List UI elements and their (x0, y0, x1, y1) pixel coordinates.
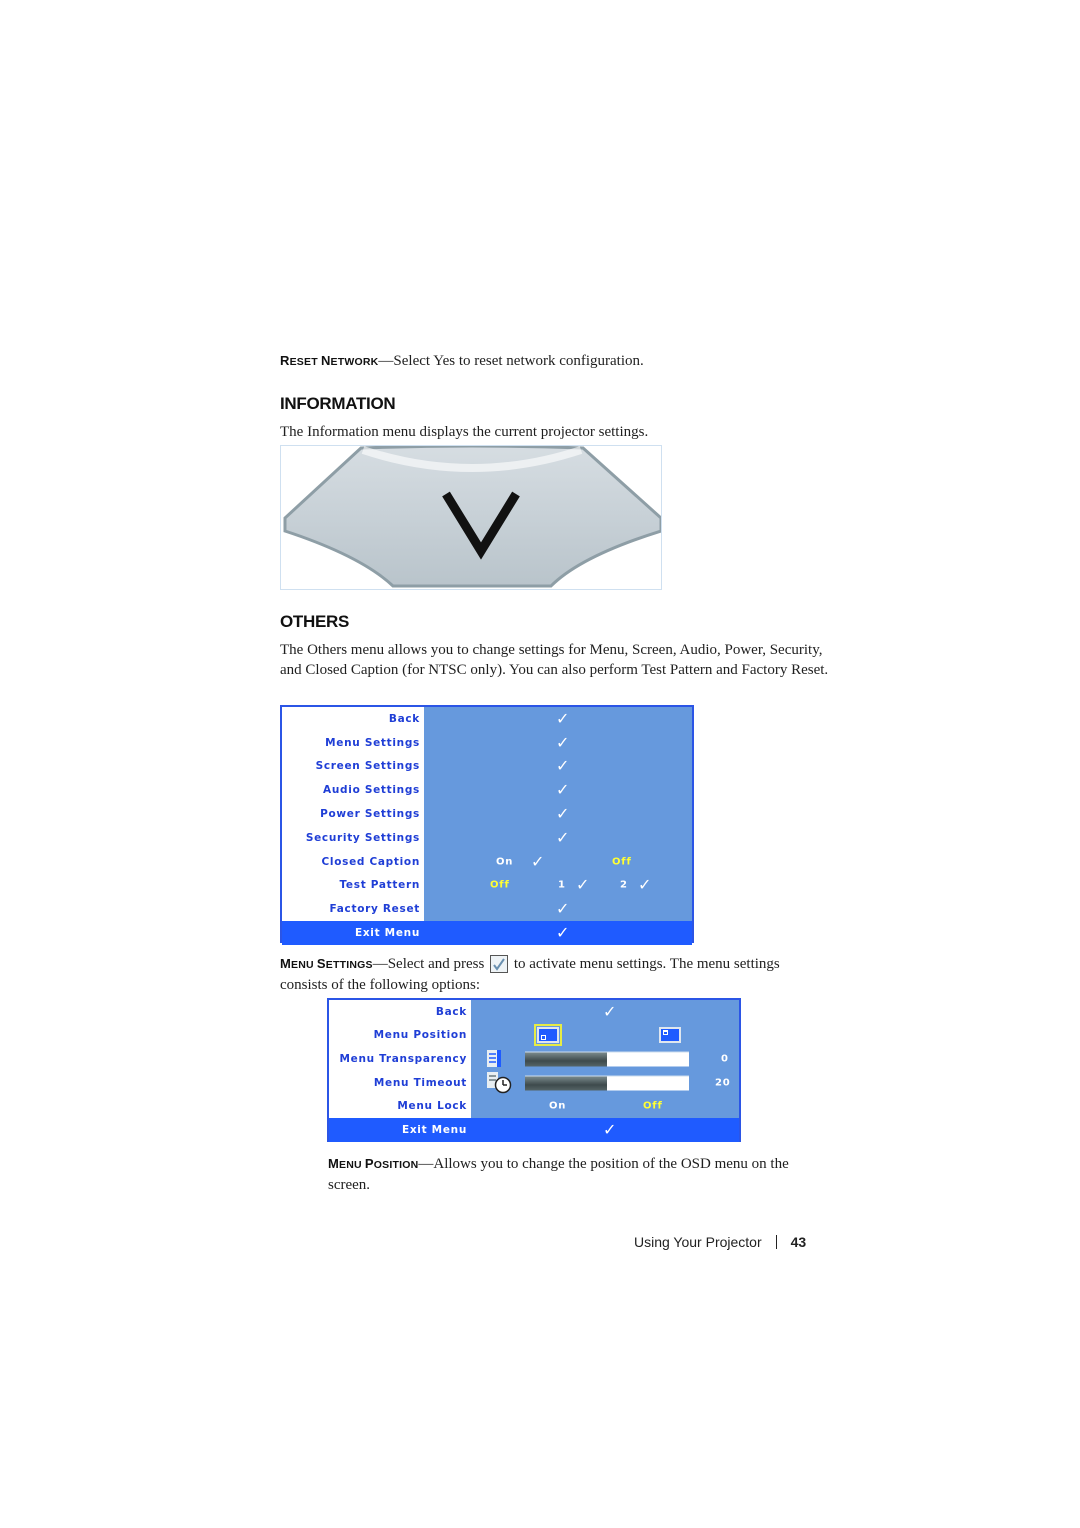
menu-row-label: Audio Settings (282, 778, 424, 803)
others-heading: OTHERS (280, 612, 350, 631)
footer-section-title: Using Your Projector (634, 1234, 762, 1250)
menu-row-label: Back (282, 707, 424, 731)
reset-network-text: —Select Yes to reset network configurati… (378, 353, 644, 369)
reset-network-paragraph: RESET NETWORK—Select Yes to reset networ… (280, 351, 840, 372)
menu-row-label: Test Pattern (282, 873, 424, 898)
menu-row-screen-settings[interactable]: Screen Settings ✓ (282, 754, 692, 779)
menu-row-power-settings[interactable]: Power Settings ✓ (282, 802, 692, 826)
menu-row-exit-menu[interactable]: Exit Menu ✓ (282, 921, 692, 945)
menu-row-factory-reset[interactable]: Factory Reset ✓ (282, 897, 692, 922)
down-arrow-nav-button-image (280, 445, 662, 590)
menu-row-label: Menu Position (329, 1023, 471, 1048)
enter-check-key-icon (490, 955, 509, 973)
menu-position-term: MENU POSITION (328, 1156, 419, 1171)
slider-fill (525, 1052, 607, 1067)
menu-settings-text-before: —Select and press (372, 956, 489, 972)
menu-row-label: Closed Caption (282, 849, 424, 874)
menu-row-label: Power Settings (282, 802, 424, 826)
menu-row-menu-settings[interactable]: Menu Settings ✓ (282, 730, 692, 755)
menu-row-label: Exit Menu (354, 927, 420, 940)
menu-row-back[interactable]: Back ✓ (329, 1000, 739, 1024)
check-icon: ✓ (556, 756, 570, 776)
check-icon: ✓ (556, 804, 570, 824)
menu-settings-osd-menu: Back ✓ Menu Position Menu Transparency 0… (327, 998, 741, 1142)
menu-row-label: Factory Reset (282, 897, 424, 922)
menu-settings-term: MENU SETTINGS (280, 956, 373, 971)
transparency-value: 0 (721, 1053, 729, 1065)
check-icon: ✓ (556, 827, 570, 847)
menu-row-security-settings[interactable]: Security Settings ✓ (282, 825, 692, 850)
option-pattern-2[interactable]: 2 (620, 880, 628, 891)
information-description: The Information menu displays the curren… (280, 424, 649, 440)
check-icon: ✓ (556, 780, 570, 800)
footer-divider (775, 1235, 777, 1249)
others-osd-menu: Back ✓ Menu Settings ✓ Screen Settings ✓… (280, 705, 694, 945)
menu-row-menu-lock: Menu Lock On Off (329, 1094, 739, 1118)
check-icon: ✓ (556, 923, 570, 943)
check-icon: ✓ (556, 708, 570, 728)
timeout-value: 20 (715, 1077, 731, 1089)
check-icon: ✓ (556, 899, 570, 919)
menu-row-label: Menu Lock (329, 1094, 471, 1118)
down-arrow-nav-button-icon (283, 446, 661, 588)
menu-row-menu-timeout: Menu Timeout 20 (329, 1070, 739, 1095)
option-off-selected[interactable]: Off (643, 1101, 663, 1112)
menu-row-label: Menu Timeout (329, 1070, 471, 1095)
menu-row-label: Exit Menu (401, 1123, 467, 1136)
information-heading: INFORMATION (280, 394, 396, 413)
check-icon: ✓ (576, 875, 590, 895)
transparency-slider[interactable] (525, 1051, 689, 1067)
menu-position-paragraph: MENU POSITION—Allows you to change the p… (328, 1154, 833, 1195)
menu-row-label: Security Settings (282, 825, 424, 850)
menu-row-menu-transparency: Menu Transparency 0 (329, 1047, 739, 1071)
option-pattern-1[interactable]: 1 (558, 880, 566, 891)
timeout-slider[interactable] (525, 1075, 689, 1091)
menu-row-label: Menu Settings (282, 730, 424, 755)
menu-row-audio-settings[interactable]: Audio Settings ✓ (282, 778, 692, 803)
menu-row-back[interactable]: Back ✓ (282, 707, 692, 731)
menu-row-exit-menu[interactable]: Exit Menu ✓ (329, 1117, 739, 1142)
check-icon: ✓ (531, 851, 545, 871)
position-top-left-icon[interactable] (659, 1027, 681, 1044)
menu-row-test-pattern: Test Pattern Off 1 ✓ 2 ✓ (282, 873, 692, 898)
menu-row-closed-caption: Closed Caption On ✓ Off (282, 849, 692, 874)
menu-row-menu-position: Menu Position (329, 1023, 739, 1048)
option-on[interactable]: On (496, 856, 513, 867)
menu-settings-paragraph: MENU SETTINGS—Select and press to activa… (280, 954, 820, 995)
menu-row-label: Menu Transparency (329, 1047, 471, 1071)
slider-fill (525, 1076, 607, 1091)
menu-row-label: Screen Settings (282, 754, 424, 779)
menu-row-label: Back (329, 1000, 471, 1024)
check-icon: ✓ (556, 732, 570, 752)
check-icon: ✓ (603, 1001, 617, 1021)
reset-network-term: RESET NETWORK (280, 353, 379, 368)
timeout-clock-icon (487, 1071, 512, 1094)
option-on[interactable]: On (549, 1101, 566, 1112)
check-icon: ✓ (603, 1119, 617, 1139)
page-footer: Using Your Projector 43 (634, 1234, 806, 1250)
others-description: The Others menu allows you to change set… (280, 642, 829, 678)
option-off-selected[interactable]: Off (490, 880, 510, 891)
position-bottom-left-icon[interactable] (534, 1024, 562, 1047)
check-icon: ✓ (638, 875, 652, 895)
option-off-selected[interactable]: Off (612, 856, 632, 867)
page-number: 43 (790, 1234, 807, 1250)
transparency-icon (487, 1050, 501, 1068)
